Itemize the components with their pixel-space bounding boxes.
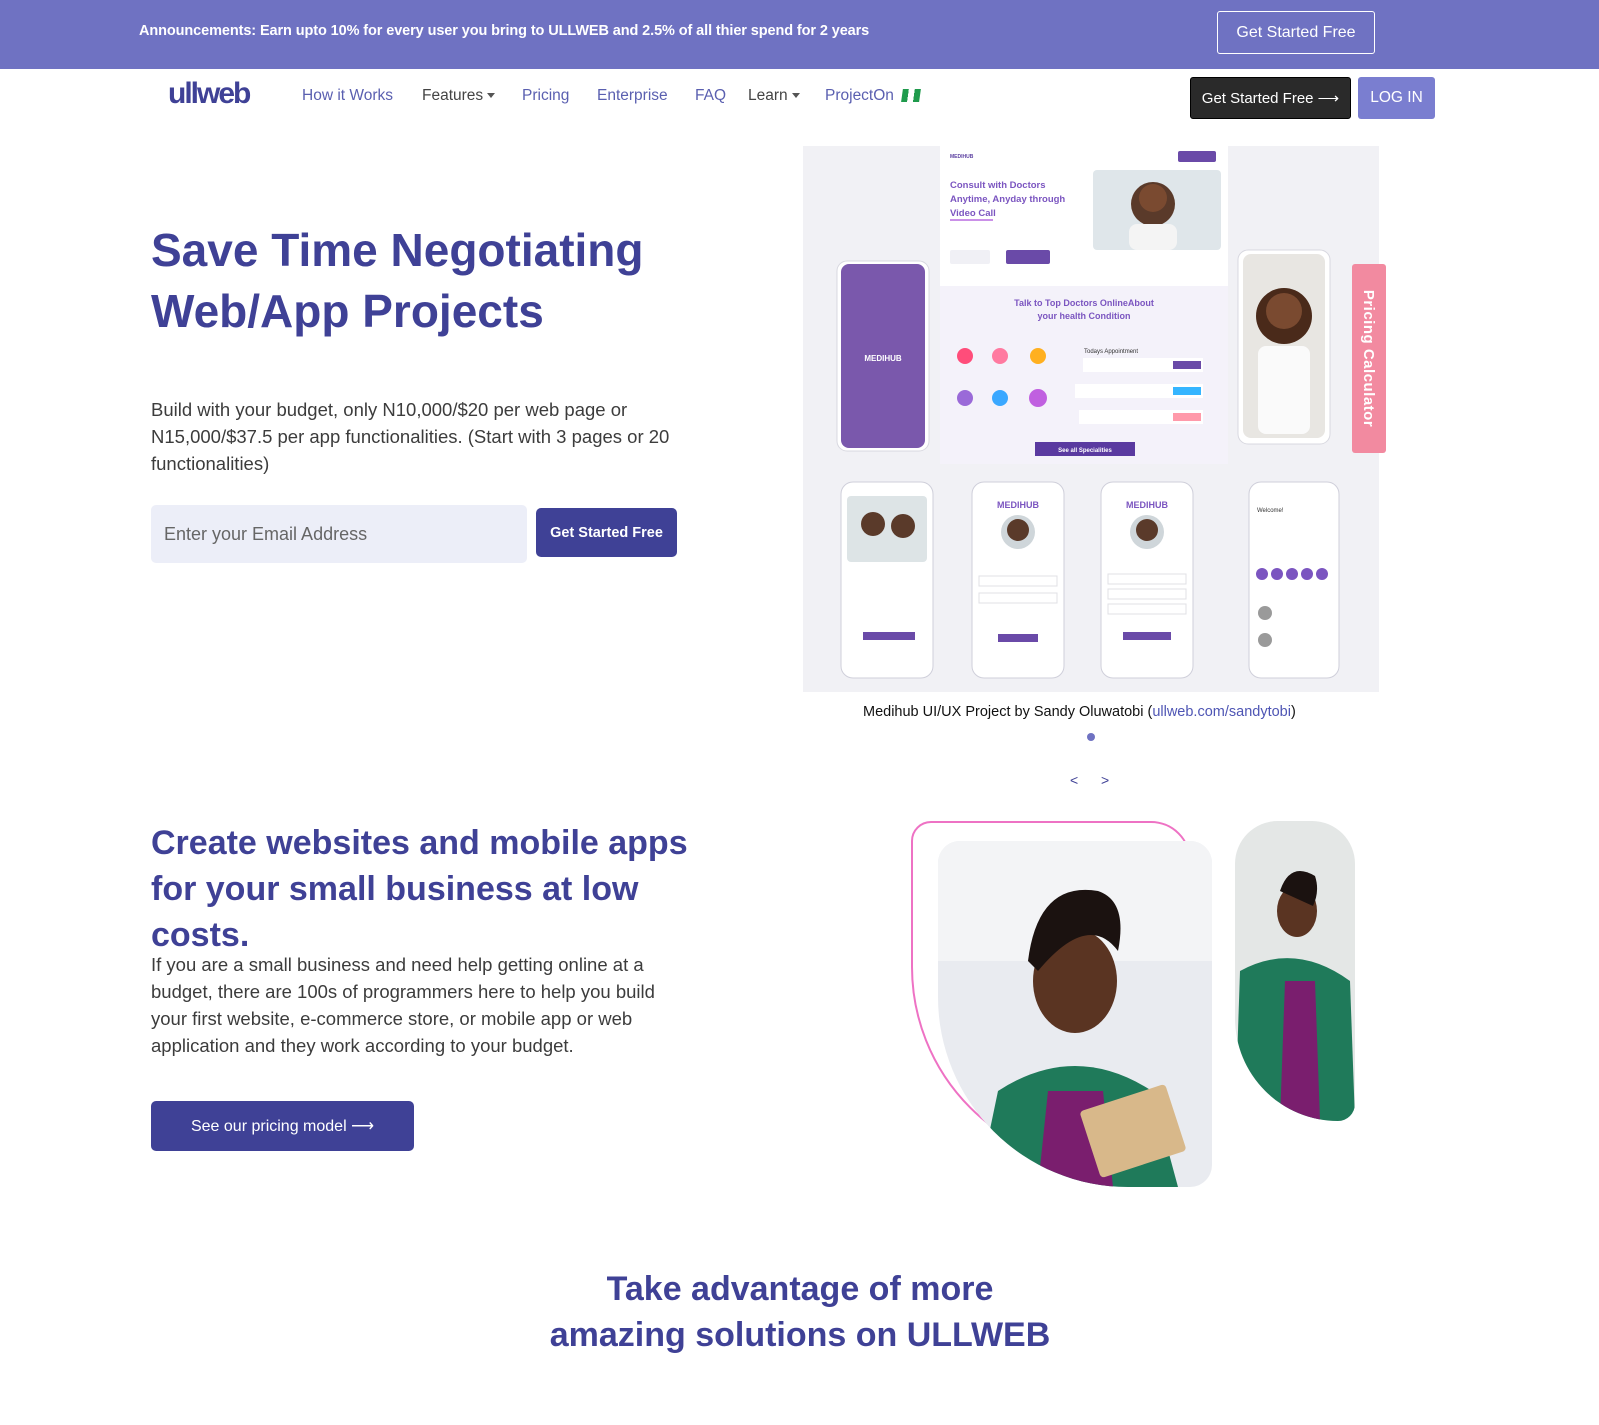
nigeria-flag-icon [901,89,921,103]
mock-appointments: Todays Appointment [1084,349,1138,355]
nav-features-label: Features [422,87,484,104]
nav-learn-label: Learn [748,87,788,104]
nav-get-started-button[interactable]: Get Started Free ⟶ [1190,77,1351,119]
medihub-mockup: MEDIHUB Consult with Doctors Anytime, An… [836,146,1340,679]
see-pricing-model-button[interactable]: See our pricing model ⟶ [151,1101,414,1151]
hero-title-line1: Save Time Negotiating [151,224,644,276]
mock-brand-top: MEDIHUB [950,154,974,160]
section3-title-line2: amazing solutions on ULLWEB [549,1316,1051,1354]
pricing-calculator-tab[interactable]: Pricing Calculator [1352,264,1386,453]
mock-phone-brand: MEDIHUB [864,354,902,363]
woman-working-photo [1235,821,1355,1121]
ullweb-logo[interactable]: ullweb [168,76,268,110]
mock-see-all: See all Specialities [1058,448,1112,454]
section2-description: If you are a small business and need hel… [151,954,655,1056]
nav-faq[interactable]: FAQ [695,87,726,105]
nav-learn[interactable]: Learn [748,87,800,105]
project-showcase-image: MEDIHUB Consult with Doctors Anytime, An… [803,146,1379,692]
mock-headline-3: Video Call [950,208,996,219]
nav-how-it-works[interactable]: How it Works [302,87,393,105]
hero-title: Save Time Negotiating Web/App Projects [151,220,711,342]
mock-headline-2: Anytime, Anyday through [950,194,1065,205]
caption-prefix: Medihub UI/UX Project by Sandy Oluwatobi… [863,704,1153,720]
pricing-calculator-label: Pricing Calculator [1360,289,1378,428]
announcement-text: Announcements: Earn upto 10% for every u… [139,23,870,39]
section2-title-line2: for your small business at low [151,870,639,908]
section2-title: Create websites and mobile apps for your… [151,820,751,958]
section3-title: Take advantage of more amazing solutions… [400,1266,1200,1358]
showcase-caption: Medihub UI/UX Project by Sandy Oluwatobi… [863,704,1296,720]
announcement-get-started-button[interactable]: Get Started Free [1217,11,1375,54]
nav-projecton-label: ProjectOn [825,87,894,104]
mock-headline-1: Consult with Doctors [950,180,1046,191]
announcement-bar: Announcements: Earn upto 10% for every u… [0,0,1599,69]
mock-phone-brand-2: MEDIHUB [997,500,1039,510]
hero-get-started-button[interactable]: Get Started Free [536,508,677,557]
caption-link[interactable]: ullweb.com/sandytobi [1152,704,1291,720]
mock-section-title-2: your health Condition [1038,311,1131,321]
section2-title-line3: costs. [151,916,250,954]
nav-projecton[interactable]: ProjectOn [825,87,921,105]
logo-text: ullweb [168,77,251,110]
chevron-down-icon [791,93,800,99]
carousel-prev-button[interactable]: < [1070,772,1078,788]
login-button[interactable]: LOG IN [1358,77,1435,119]
chevron-down-icon [487,93,496,99]
mock-welcome: Welcome! [1257,508,1284,514]
carousel-indicator[interactable] [1087,733,1095,741]
carousel-next-button[interactable]: > [1101,772,1109,788]
hero-title-line2: Web/App Projects [151,285,544,337]
email-input[interactable] [151,505,527,563]
nav-features[interactable]: Features [422,87,496,105]
nav-enterprise[interactable]: Enterprise [597,87,668,105]
hero-description: Build with your budget, only N10,000/$20… [151,399,670,474]
mock-section-title-1: Talk to Top Doctors OnlineAbout [1014,298,1154,308]
section2-title-line1: Create websites and mobile apps [151,824,688,862]
woman-with-notebook-photo [938,841,1212,1187]
section3-title-line1: Take advantage of more [606,1270,994,1308]
caption-suffix: ) [1290,704,1296,720]
nav-pricing[interactable]: Pricing [522,87,569,105]
mock-phone-brand-3: MEDIHUB [1126,500,1168,510]
